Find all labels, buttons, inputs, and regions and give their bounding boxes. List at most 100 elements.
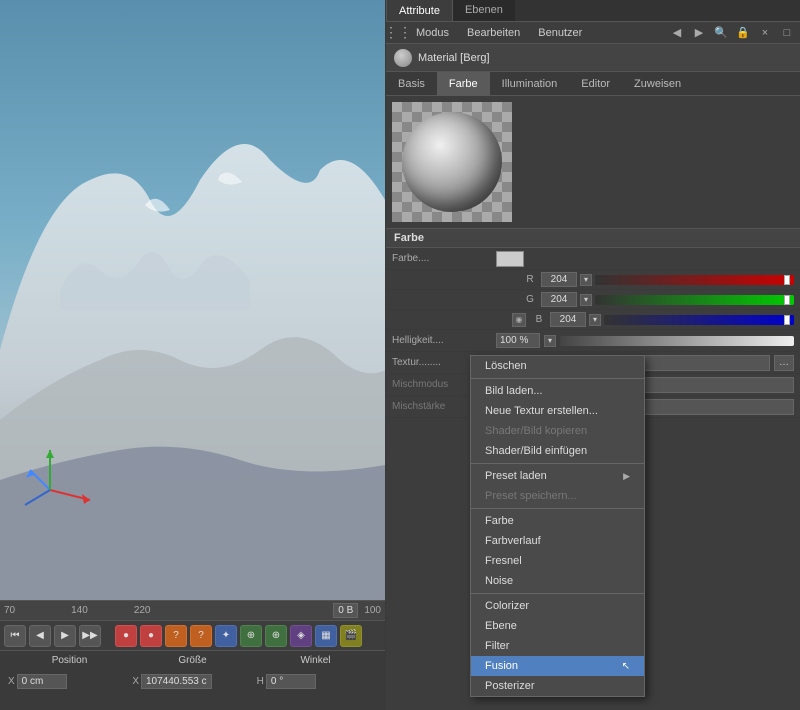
textur-more-btn[interactable]: … <box>774 355 794 371</box>
subtab-editor[interactable]: Editor <box>569 72 622 96</box>
transport-back[interactable]: ⏮ <box>4 625 26 647</box>
position-bar-labels: Position Größe Winkel <box>0 650 385 670</box>
tab-attribute[interactable]: Attribute <box>386 0 453 21</box>
nav-left-icon[interactable]: ◀ <box>668 24 686 42</box>
helligkeit-label: Helligkeit.... <box>392 335 492 346</box>
viewport-3d[interactable] <box>0 0 385 600</box>
x2-value[interactable]: 107440.553 c <box>141 674 212 689</box>
r-slider[interactable] <box>595 275 794 285</box>
h-value[interactable]: 0 ° <box>266 674 316 689</box>
b-arrow-btn[interactable]: ▾ <box>589 314 601 326</box>
b-channel-input[interactable] <box>550 312 586 327</box>
btn-orange-2[interactable]: ? <box>190 625 212 647</box>
b-slider[interactable] <box>604 315 794 325</box>
ctx-farbe[interactable]: Farbe <box>471 511 644 531</box>
subtab-zuweisen[interactable]: Zuweisen <box>622 72 693 96</box>
settings-icon[interactable]: × <box>756 24 774 42</box>
controls-bar: ⏮ ◀ ▶ ▶▶ ● ● ? ? ✦ ⊕ ⊕ ◈ ▦ 🎬 <box>0 620 385 650</box>
r-arrow-btn[interactable]: ▾ <box>580 274 592 286</box>
helligkeit-arrow[interactable]: ▾ <box>544 335 556 347</box>
ctx-colorizer[interactable]: Colorizer <box>471 596 644 616</box>
ctx-ebene[interactable]: Ebene <box>471 616 644 636</box>
ctx-posterizer[interactable]: Posterizer <box>471 676 644 696</box>
h-label: H <box>257 676 264 687</box>
timeline-tick-2: 140 <box>71 605 88 616</box>
farbe-label: Farbe.... <box>392 253 492 264</box>
g-channel-row: G ▾ <box>386 290 800 310</box>
farbe-section-header: Farbe <box>386 229 800 248</box>
groesse-label: Größe <box>131 655 254 666</box>
ctx-divider-2 <box>471 463 644 464</box>
g-arrow-btn[interactable]: ▾ <box>580 294 592 306</box>
transport-next[interactable]: ▶▶ <box>79 625 101 647</box>
color-swatch[interactable] <box>496 251 524 267</box>
subtab-basis[interactable]: Basis <box>386 72 437 96</box>
menu-bearbeiten[interactable]: Bearbeiten <box>459 25 528 41</box>
ctx-noise[interactable]: Noise <box>471 571 644 591</box>
r-channel-row: R ▾ <box>386 270 800 290</box>
subtab-farbe[interactable]: Farbe <box>437 72 490 96</box>
ctx-divider-1 <box>471 378 644 379</box>
btn-red-1[interactable]: ● <box>115 625 137 647</box>
x-label: X <box>8 676 15 687</box>
position-fields: X 0 cm X 107440.553 c H 0 ° <box>0 670 385 692</box>
close-icon[interactable]: □ <box>778 24 796 42</box>
ctx-neue-textur[interactable]: Neue Textur erstellen... <box>471 401 644 421</box>
ctx-bild-laden[interactable]: Bild laden... <box>471 381 644 401</box>
btn-green-1[interactable]: ⊕ <box>240 625 262 647</box>
ctx-shader-einfuegen[interactable]: Shader/Bild einfügen <box>471 441 644 461</box>
timeline-tick-3: 220 <box>134 605 151 616</box>
btn-orange[interactable]: ? <box>165 625 187 647</box>
search-icon[interactable]: 🔍 <box>712 24 730 42</box>
ctx-fusion[interactable]: Fusion ↖ <box>471 656 644 676</box>
g-channel-label: G <box>522 294 538 305</box>
menu-right-icons: ◀ ▶ 🔍 🔒 × □ <box>668 24 796 42</box>
lock-icon[interactable]: 🔒 <box>734 24 752 42</box>
preset-laden-arrow-icon: ▶ <box>623 471 630 482</box>
x-field-group: X 0 cm <box>8 674 128 689</box>
x2-field-group: X 107440.553 c <box>132 674 252 689</box>
btn-blue-1[interactable]: ✦ <box>215 625 237 647</box>
ctx-filter[interactable]: Filter <box>471 636 644 656</box>
sub-tabs: Basis Farbe Illumination Editor Zuweisen <box>386 72 800 96</box>
top-tabs: Attribute Ebenen <box>386 0 800 22</box>
fusion-cursor-icon: ↖ <box>622 661 630 672</box>
menu-modus[interactable]: Modus <box>408 25 457 41</box>
btn-red-2[interactable]: ● <box>140 625 162 647</box>
timeline-tick-4: 100 <box>364 605 381 616</box>
x-value[interactable]: 0 cm <box>17 674 67 689</box>
ctx-preset-laden[interactable]: Preset laden ▶ <box>471 466 644 486</box>
farbe-prop-row: Farbe.... <box>386 248 800 270</box>
xyz-axes <box>20 440 100 520</box>
menu-dots-icon: ⋮⋮ <box>390 25 406 41</box>
farbe-controls <box>496 251 794 267</box>
g-channel-input[interactable] <box>541 292 577 307</box>
r-channel-label: R <box>522 274 538 285</box>
b-mode-btn[interactable]: ◉ <box>512 313 526 327</box>
transport-play[interactable]: ▶ <box>54 625 76 647</box>
tab-ebenen[interactable]: Ebenen <box>453 0 515 21</box>
preview-container <box>392 102 512 222</box>
transport-prev[interactable]: ◀ <box>29 625 51 647</box>
ctx-fresnel[interactable]: Fresnel <box>471 551 644 571</box>
subtab-illumination[interactable]: Illumination <box>490 72 570 96</box>
btn-blue-2[interactable]: ▦ <box>315 625 337 647</box>
btn-green-2[interactable]: ⊕ <box>265 625 287 647</box>
g-slider[interactable] <box>595 295 794 305</box>
helligkeit-slider[interactable] <box>560 336 794 346</box>
nav-right-icon[interactable]: ▶ <box>690 24 708 42</box>
btn-purple[interactable]: ◈ <box>290 625 312 647</box>
ctx-farbverlauf[interactable]: Farbverlauf <box>471 531 644 551</box>
context-menu: Löschen Bild laden... Neue Textur erstel… <box>470 355 645 697</box>
ctx-loeschen[interactable]: Löschen <box>471 356 644 376</box>
btn-yellow[interactable]: 🎬 <box>340 625 362 647</box>
position-label: Position <box>8 655 131 666</box>
helligkeit-row: Helligkeit.... ▾ <box>386 330 800 352</box>
material-name: Material [Berg] <box>418 52 490 64</box>
r-channel-input[interactable] <box>541 272 577 287</box>
menu-benutzer[interactable]: Benutzer <box>530 25 590 41</box>
material-header: Material [Berg] <box>386 44 800 72</box>
helligkeit-input[interactable] <box>496 333 540 348</box>
ctx-shader-kopieren: Shader/Bild kopieren <box>471 421 644 441</box>
ctx-preset-speichern: Preset speichern... <box>471 486 644 506</box>
